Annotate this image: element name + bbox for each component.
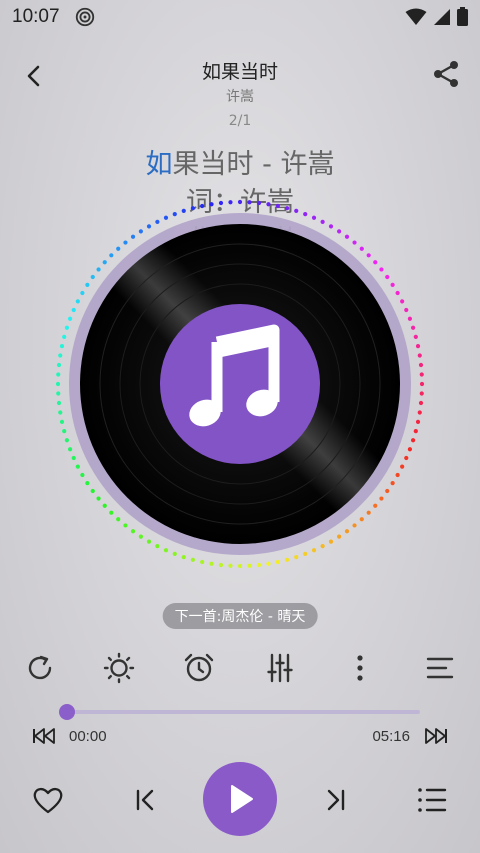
more-vertical-icon[interactable] — [342, 650, 378, 686]
song-artist: 许嵩 — [226, 89, 254, 105]
time-row: 00:00 05:16 — [0, 726, 480, 748]
media-cast-icon — [75, 7, 94, 27]
seek-track — [60, 710, 420, 714]
seek-thumb[interactable] — [59, 704, 76, 720]
song-title: 如果当时 — [201, 61, 278, 83]
fast-forward-icon[interactable] — [424, 727, 448, 745]
alarm-icon[interactable] — [181, 650, 217, 686]
lyrics-menu-icon[interactable] — [422, 650, 458, 686]
share-icon[interactable] — [430, 58, 462, 90]
status-bar: 10:07 — [0, 0, 480, 34]
seek-bar[interactable] — [59, 704, 420, 720]
sleep-brightness-icon[interactable] — [101, 650, 137, 686]
previous-icon[interactable] — [127, 782, 163, 818]
heart-icon[interactable] — [30, 782, 66, 818]
next-song-label[interactable]: 下一首:周杰伦 - 晴天 — [162, 603, 318, 629]
disc-artwork — [55, 199, 425, 569]
battery-icon — [457, 7, 468, 26]
wifi-icon — [405, 8, 427, 25]
status-icons — [405, 7, 468, 26]
page-indicator: 2/1 — [228, 113, 252, 129]
rewind-icon[interactable] — [32, 727, 56, 745]
function-toolbar — [0, 648, 480, 688]
next-icon[interactable] — [318, 782, 354, 818]
signal-icon — [434, 8, 450, 25]
lyric-line-current: 如果当时 - 许嵩 — [0, 146, 480, 184]
lyric-rest: 果当时 - 许嵩 — [172, 149, 335, 180]
current-time: 00:00 — [69, 728, 107, 745]
playback-controls — [0, 762, 480, 842]
vinyl-disc[interactable] — [54, 198, 426, 570]
equalizer-icon[interactable] — [262, 650, 298, 686]
repeat-icon[interactable] — [22, 650, 58, 686]
playlist-icon[interactable] — [414, 782, 450, 818]
status-time: 10:07 — [12, 6, 60, 27]
player-header: 如果当时 许嵩 2/1 — [0, 52, 480, 142]
lyric-highlight: 如 — [145, 149, 173, 180]
total-time: 05:16 — [372, 728, 410, 745]
play-button[interactable] — [203, 762, 277, 836]
play-icon — [231, 785, 253, 813]
